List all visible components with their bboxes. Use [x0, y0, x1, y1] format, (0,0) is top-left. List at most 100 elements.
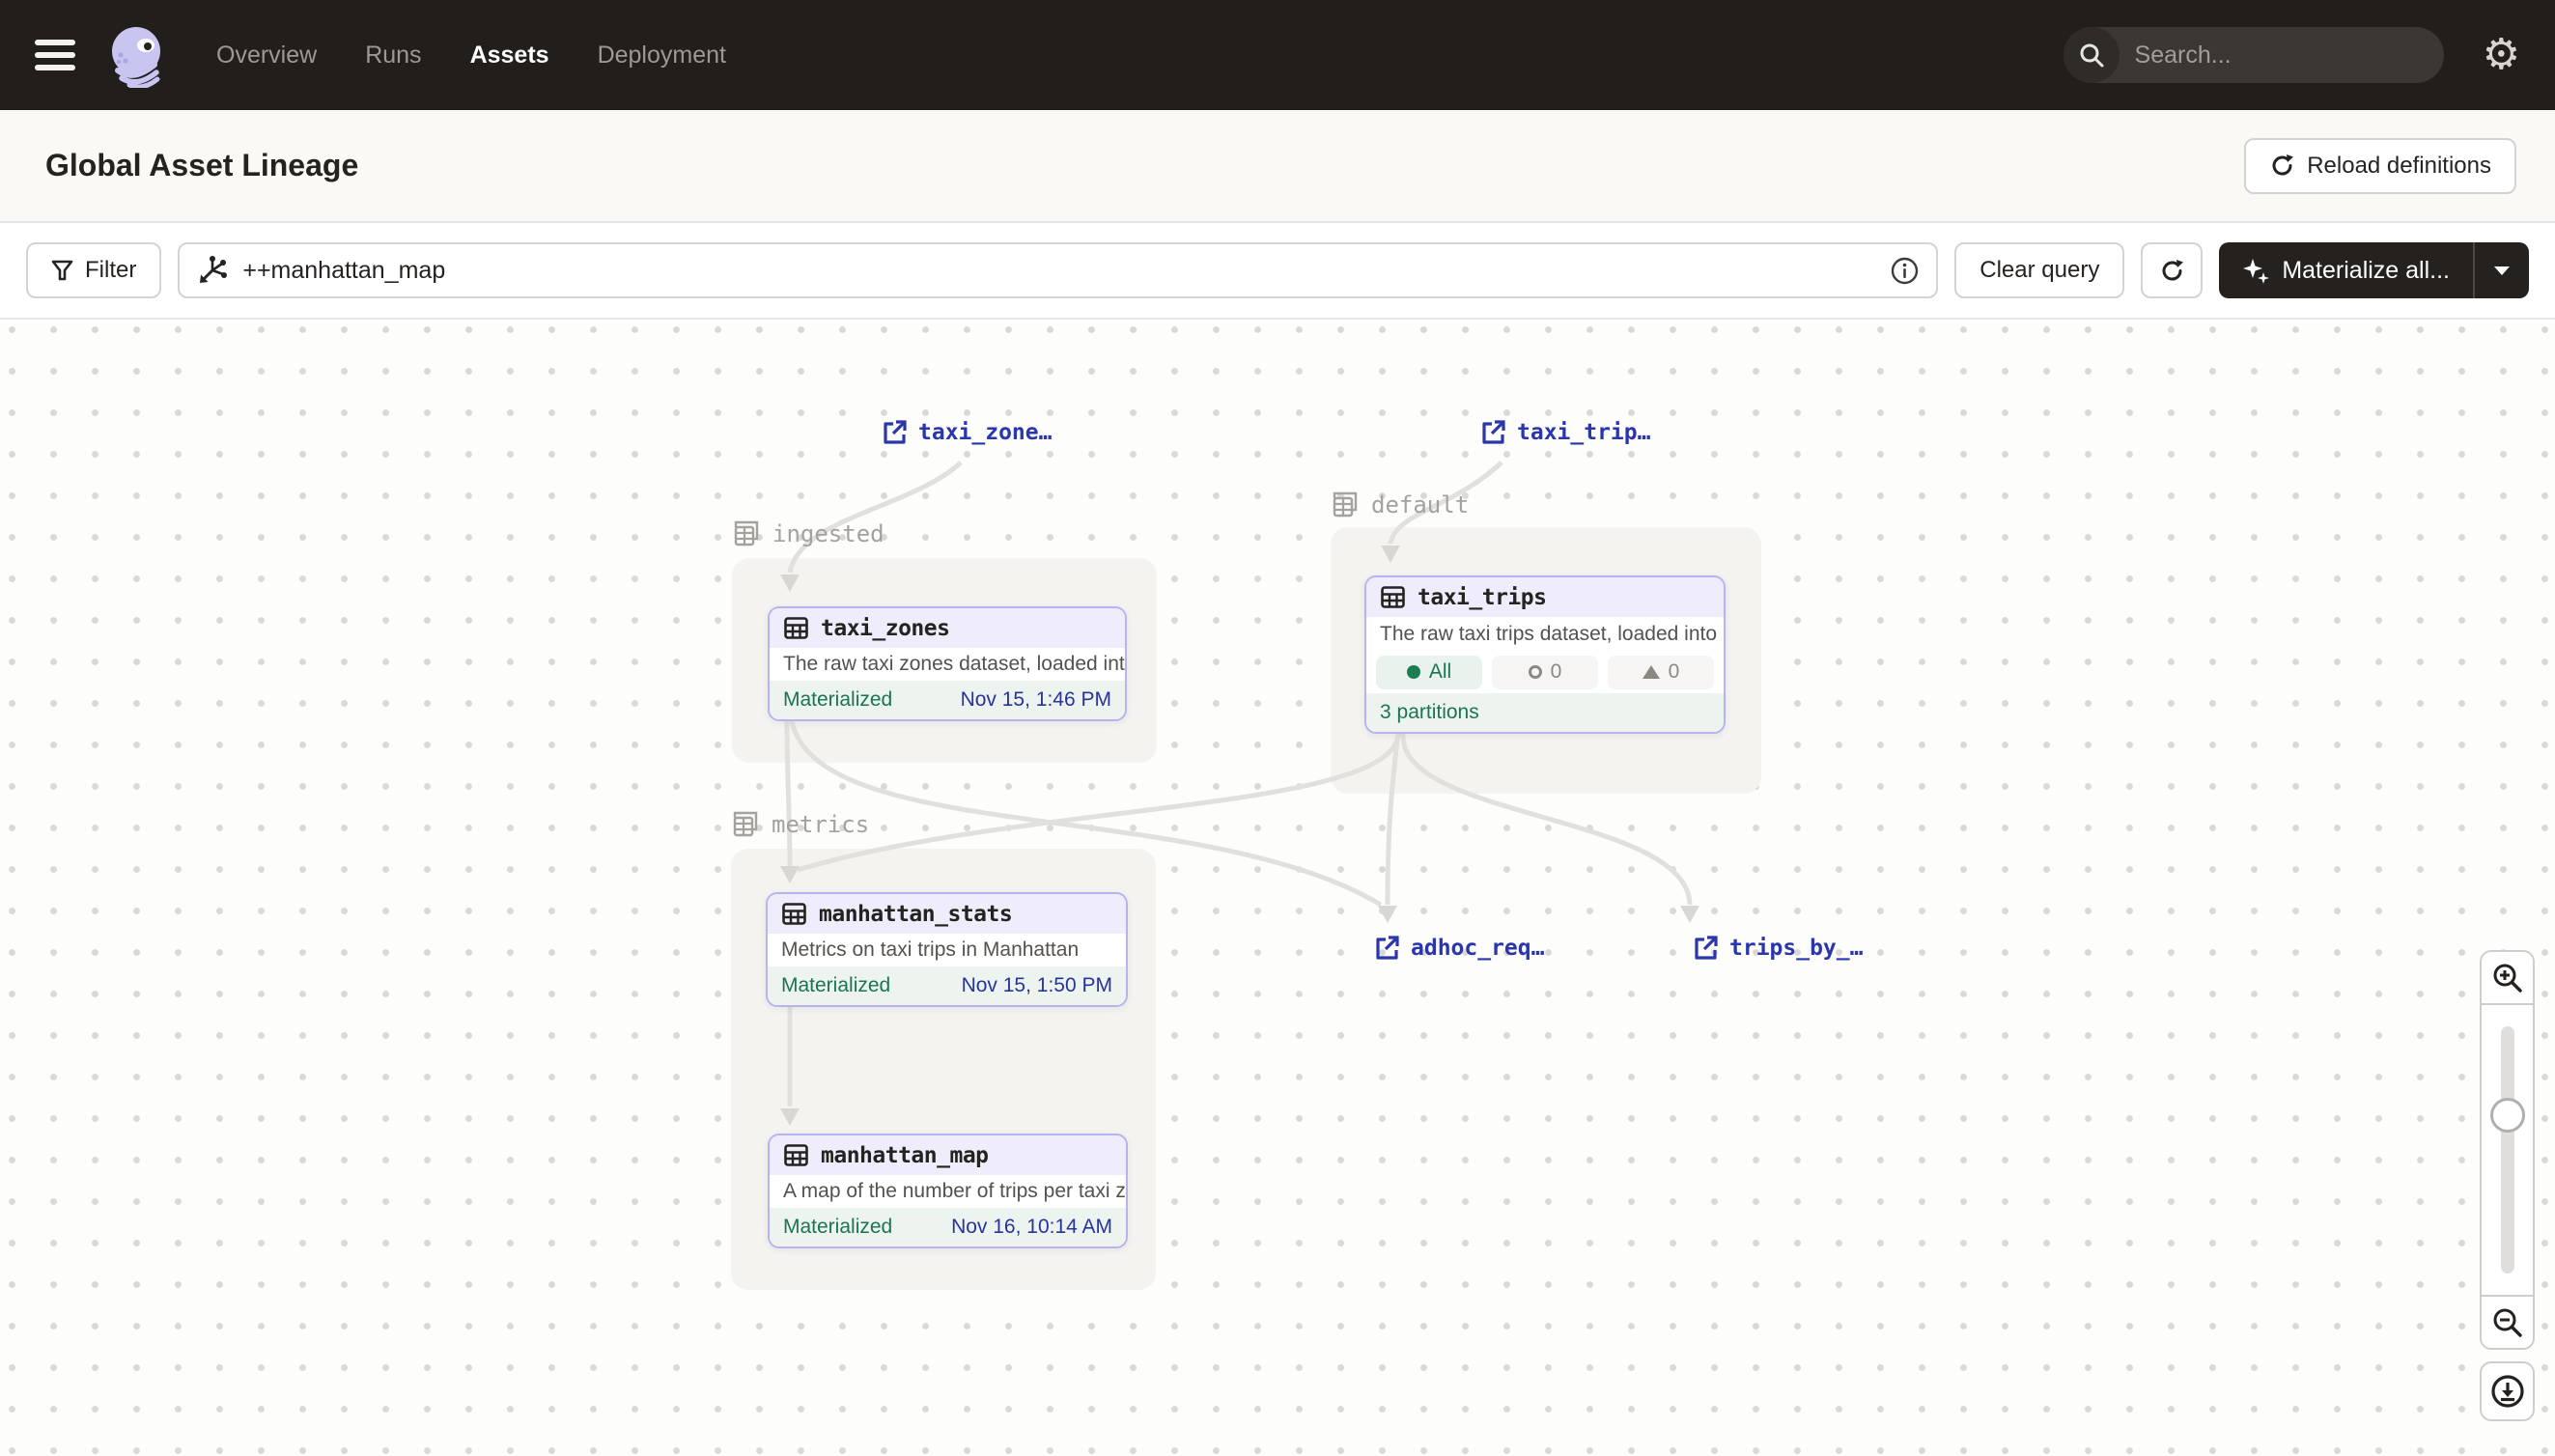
- gear-icon[interactable]: ⚙: [2483, 34, 2520, 76]
- asset-node-header: taxi_trips: [1366, 577, 1724, 617]
- refresh-graph-button[interactable]: [2141, 242, 2203, 298]
- search-input[interactable]: [2135, 42, 2444, 70]
- asset-description: A map of the number of trips per taxi z.…: [770, 1175, 1126, 1208]
- zoom-controls-panel: [2480, 950, 2535, 1350]
- search-icon: [2064, 27, 2120, 83]
- partitions-failed-badge[interactable]: 0: [1492, 656, 1598, 689]
- external-link-icon: [1479, 419, 1506, 446]
- partitions-missing-badge[interactable]: 0: [1608, 656, 1714, 689]
- group-label-text: default: [1371, 491, 1469, 518]
- external-asset-label: trips_by_…: [1729, 936, 1863, 961]
- table-icon: [1380, 584, 1406, 610]
- nav-item-runs[interactable]: Runs: [365, 42, 421, 70]
- hollow-circle-icon: [1529, 665, 1542, 679]
- external-asset-adhoc-req[interactable]: adhoc_req…: [1373, 935, 1544, 962]
- asset-description: Metrics on taxi trips in Manhattan: [768, 934, 1126, 966]
- external-link-icon: [881, 419, 908, 446]
- funnel-icon: [51, 260, 73, 282]
- hamburger-menu-icon[interactable]: [35, 40, 75, 70]
- nav-item-deployment[interactable]: Deployment: [598, 42, 726, 70]
- partitions-failed-count: 0: [1551, 660, 1562, 684]
- partitions-all-label: All: [1429, 660, 1451, 684]
- page-title: Global Asset Lineage: [45, 148, 358, 183]
- asset-status-footer: Materialized Nov 16, 10:14 AM: [770, 1208, 1126, 1246]
- asset-description: The raw taxi zones dataset, loaded int..…: [770, 648, 1125, 681]
- materialization-timestamp[interactable]: Nov 15, 1:50 PM: [962, 974, 1112, 997]
- zoom-out-icon: [2491, 1306, 2524, 1339]
- asset-query-input[interactable]: [242, 257, 1876, 285]
- materialize-split-button: Materialize all...: [2219, 242, 2529, 298]
- refresh-icon: [2269, 153, 2295, 179]
- status-badge: Materialized: [783, 688, 892, 712]
- external-link-icon: [1373, 935, 1400, 962]
- asset-name: taxi_trips: [1418, 585, 1546, 610]
- group-label-text: ingested: [772, 520, 884, 547]
- external-asset-label: taxi_zone…: [918, 420, 1052, 445]
- clear-query-label: Clear query: [1979, 257, 2099, 284]
- zoom-in-icon: [2491, 962, 2524, 994]
- table-group-icon: [732, 519, 761, 548]
- asset-node-header: taxi_zones: [770, 608, 1125, 648]
- asset-node-manhattan-stats[interactable]: manhattan_stats Metrics on taxi trips in…: [766, 892, 1128, 1007]
- partition-health-row: All 0 0: [1366, 651, 1724, 693]
- materialization-timestamp[interactable]: Nov 15, 1:46 PM: [961, 688, 1111, 712]
- refresh-icon: [2159, 258, 2185, 284]
- asset-name: manhattan_stats: [819, 902, 1012, 927]
- table-icon: [783, 1142, 809, 1168]
- zoom-slider-thumb[interactable]: [2490, 1098, 2525, 1133]
- status-badge: Materialized: [783, 1216, 892, 1239]
- group-label-default[interactable]: default: [1331, 490, 1469, 519]
- materialize-all-label: Materialize all...: [2282, 257, 2450, 285]
- filled-circle-icon: [1407, 665, 1420, 679]
- top-nav-bar: Overview Runs Assets Deployment / ⚙: [0, 0, 2555, 110]
- triangle-icon: [1642, 665, 1660, 679]
- materialization-timestamp[interactable]: Nov 16, 10:14 AM: [951, 1216, 1112, 1239]
- info-icon[interactable]: [1891, 257, 1919, 285]
- zoom-slider[interactable]: [2482, 1005, 2533, 1295]
- lineage-toolbar: Filter Clear query: [0, 223, 2555, 320]
- zoom-in-button[interactable]: [2482, 952, 2533, 1005]
- external-link-icon: [1692, 935, 1719, 962]
- zoom-out-button[interactable]: [2482, 1295, 2533, 1348]
- lineage-edges: [0, 320, 2555, 1456]
- materialize-dropdown-button[interactable]: [2475, 242, 2529, 298]
- external-asset-label: adhoc_req…: [1411, 936, 1544, 961]
- nav-menu: Overview Runs Assets Deployment: [216, 42, 726, 70]
- op-selector-icon: [197, 255, 228, 286]
- external-asset-taxi-zone[interactable]: taxi_zone…: [881, 419, 1052, 446]
- asset-description: The raw taxi trips dataset, loaded into …: [1366, 617, 1724, 651]
- asset-node-taxi-zones[interactable]: taxi_zones The raw taxi zones dataset, l…: [768, 606, 1127, 721]
- external-asset-taxi-trip[interactable]: taxi_trip…: [1479, 419, 1650, 446]
- nav-item-assets[interactable]: Assets: [470, 42, 549, 70]
- table-icon: [781, 901, 807, 927]
- chevron-down-icon: [2493, 265, 2511, 276]
- external-asset-label: taxi_trip…: [1517, 420, 1650, 445]
- clear-query-button[interactable]: Clear query: [1954, 242, 2124, 298]
- asset-node-manhattan-map[interactable]: manhattan_map A map of the number of tri…: [768, 1134, 1128, 1248]
- group-label-metrics[interactable]: metrics: [731, 810, 869, 839]
- external-asset-trips-by[interactable]: trips_by_…: [1692, 935, 1863, 962]
- reload-definitions-label: Reload definitions: [2307, 153, 2491, 180]
- asset-query-input-wrap: [178, 242, 1938, 298]
- asset-node-taxi-trips[interactable]: taxi_trips The raw taxi trips dataset, l…: [1364, 575, 1726, 734]
- global-search[interactable]: /: [2064, 27, 2444, 83]
- asset-node-header: manhattan_map: [770, 1135, 1126, 1175]
- materialize-all-button[interactable]: Materialize all...: [2219, 242, 2473, 298]
- status-badge: Materialized: [781, 974, 890, 997]
- asset-name: manhattan_map: [821, 1143, 989, 1168]
- download-icon: [2489, 1373, 2526, 1410]
- filter-button[interactable]: Filter: [26, 242, 161, 298]
- nav-item-overview[interactable]: Overview: [216, 42, 317, 70]
- group-label-ingested[interactable]: ingested: [732, 519, 884, 548]
- asset-name: taxi_zones: [821, 616, 949, 641]
- partitions-count-label[interactable]: 3 partitions: [1380, 701, 1479, 724]
- filter-button-label: Filter: [85, 257, 136, 284]
- reload-definitions-button[interactable]: Reload definitions: [2244, 138, 2516, 194]
- lineage-canvas[interactable]: ingested default metrics: [0, 320, 2555, 1456]
- partitions-materialized-badge[interactable]: All: [1376, 656, 1482, 689]
- dagster-app: Overview Runs Assets Deployment / ⚙ Glob…: [0, 0, 2555, 1456]
- group-label-text: metrics: [772, 811, 869, 838]
- sparkle-icon: [2242, 257, 2269, 284]
- zoom-slider-track[interactable]: [2501, 1026, 2514, 1274]
- download-image-button[interactable]: [2480, 1361, 2535, 1421]
